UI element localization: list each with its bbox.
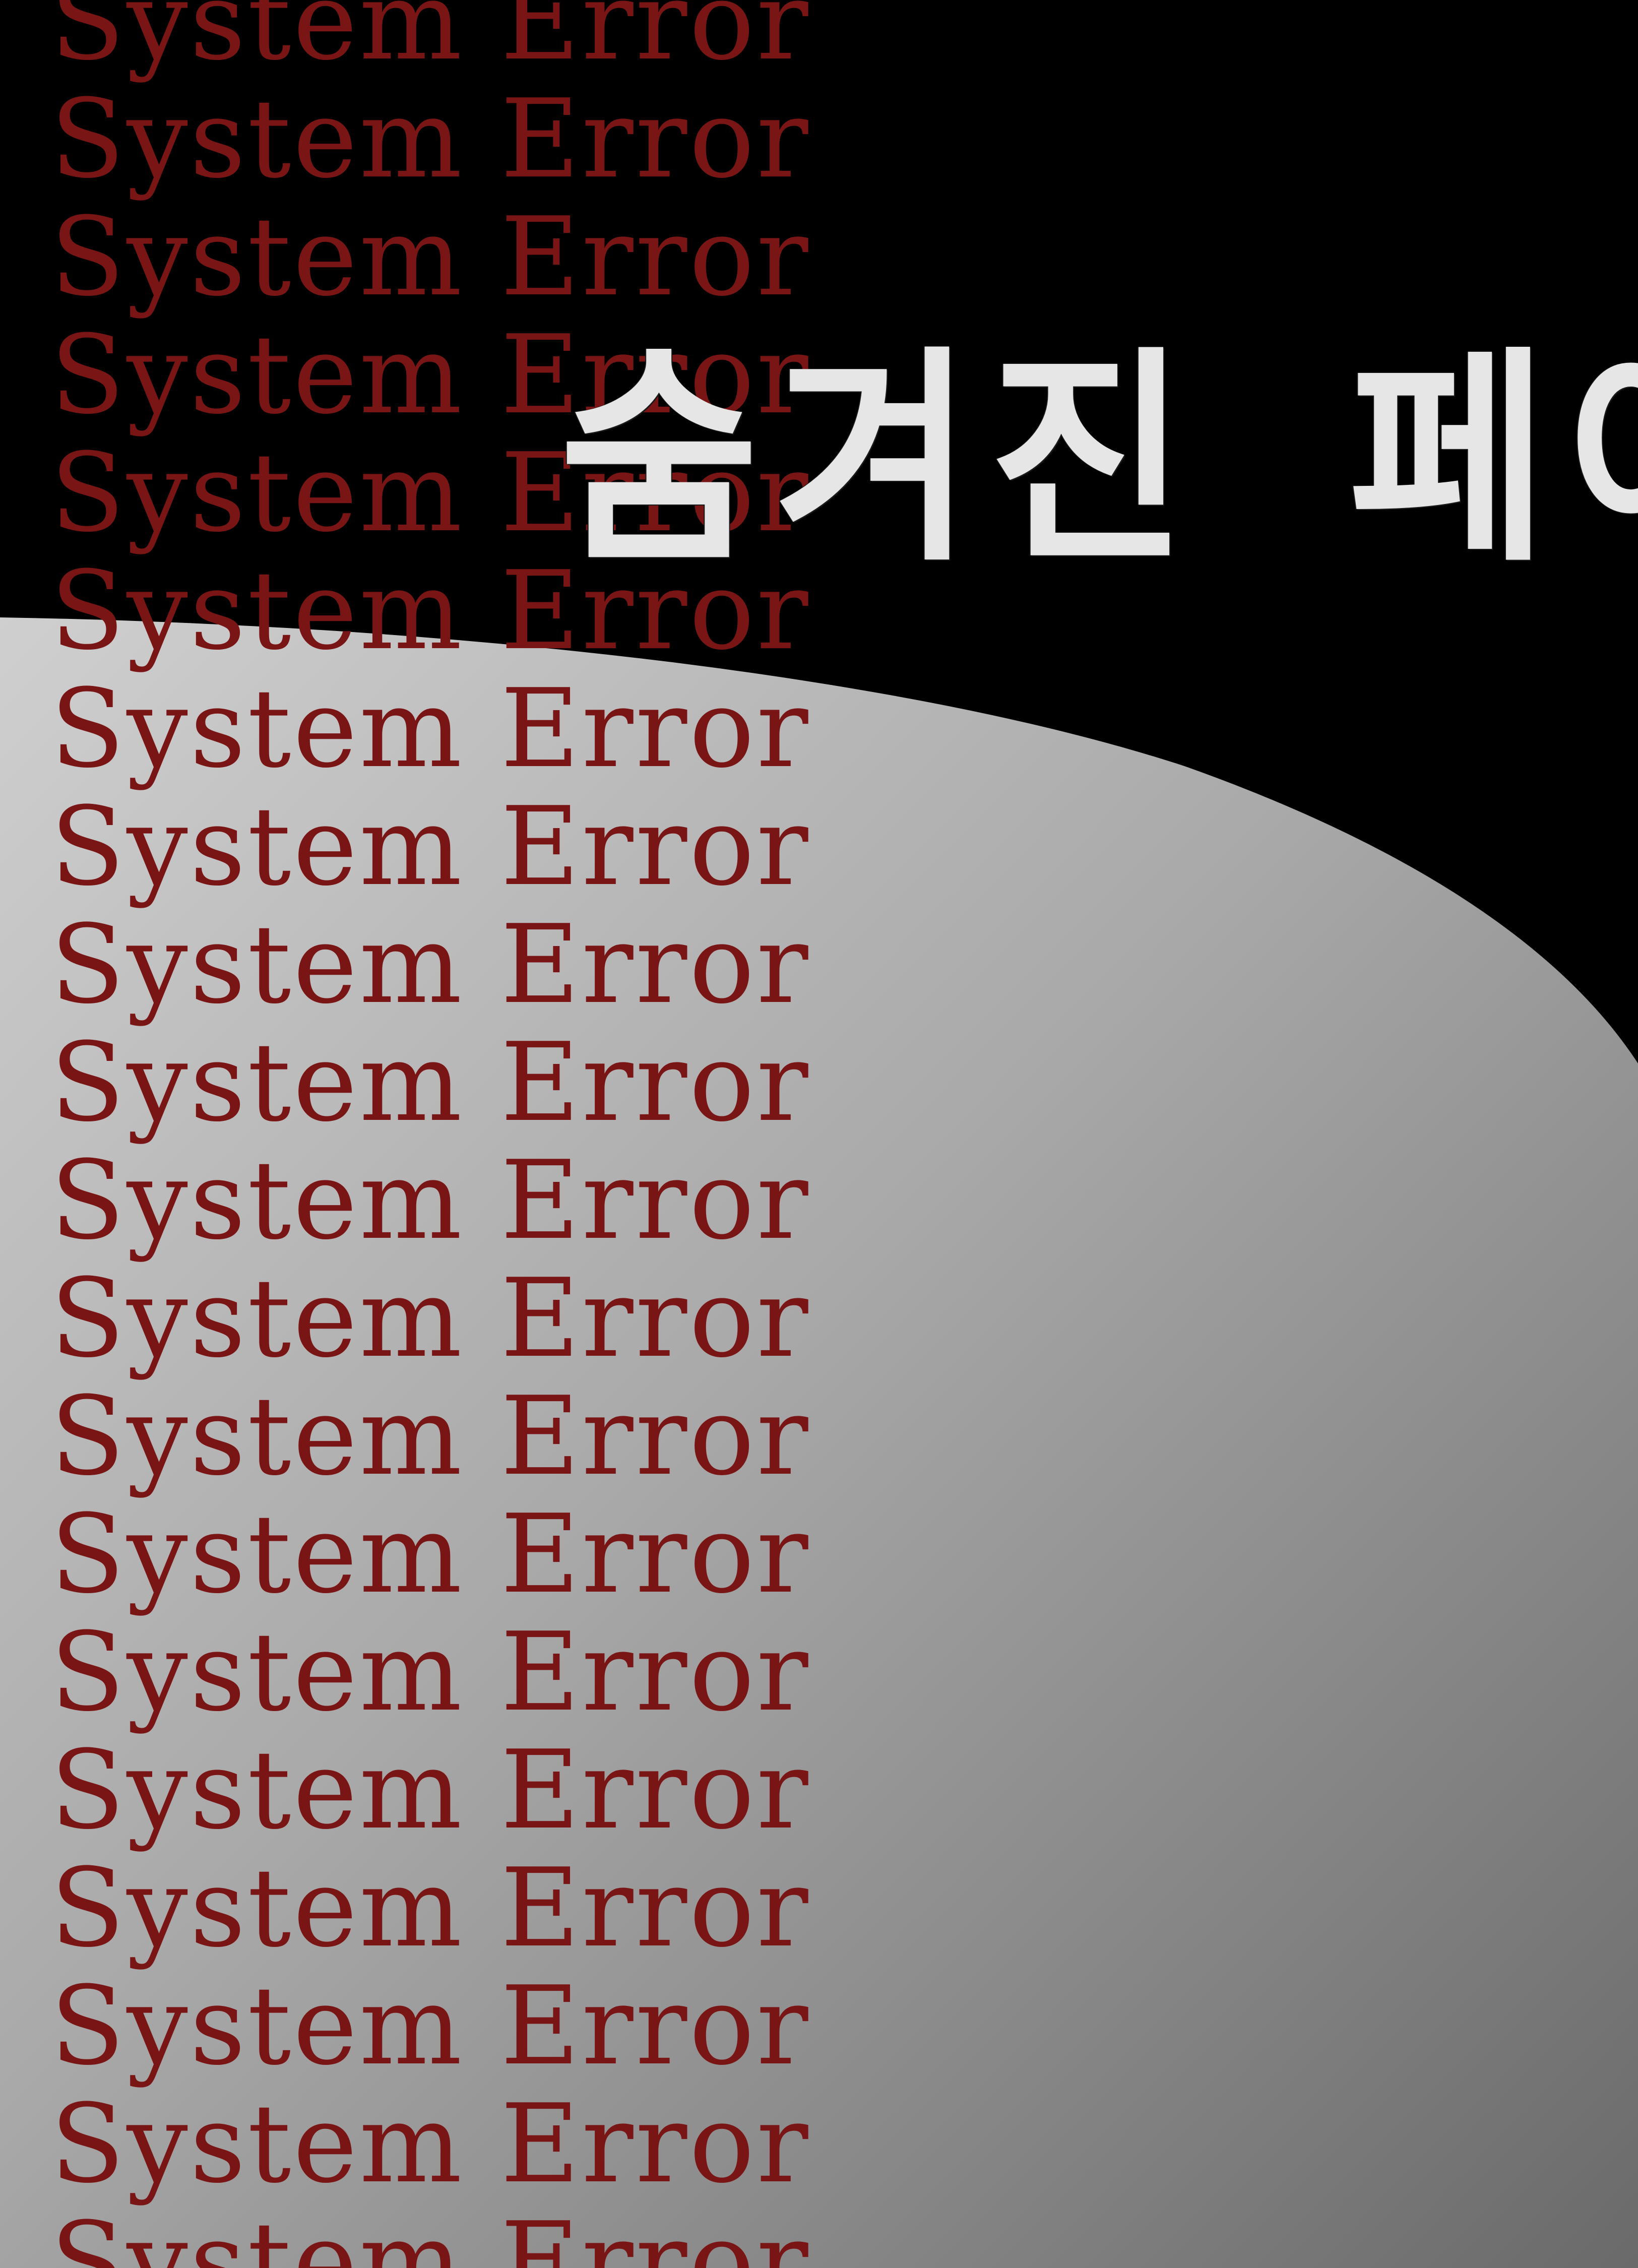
- system-error-line: System Error: [50, 2081, 810, 2207]
- system-error-line: System Error: [50, 194, 810, 320]
- poster: System Error System Error System Error Syst…: [0, 0, 1638, 2268]
- system-error-line: System Error: [50, 2198, 810, 2268]
- system-error-line: System Error: [50, 1137, 810, 1264]
- system-error-line: System Error: [50, 1373, 810, 1499]
- system-error-line: System Error: [50, 0, 810, 84]
- system-error-line: System Error: [50, 1845, 810, 1971]
- system-error-line: System Error: [50, 1609, 810, 1735]
- system-error-line: System Error: [50, 783, 810, 910]
- system-error-line: System Error: [50, 901, 810, 1028]
- system-error-line: System Error: [50, 665, 810, 792]
- system-error-line: System Error: [50, 1727, 810, 1853]
- system-error-line: System Error: [50, 1491, 810, 1617]
- system-error-line: System Error: [50, 76, 810, 202]
- system-error-line: System Error: [50, 1255, 810, 1381]
- poster-title: 숨겨진 페이지: [559, 328, 1638, 593]
- system-error-line: System Error: [50, 1019, 810, 1146]
- system-error-line: System Error: [50, 1963, 810, 2089]
